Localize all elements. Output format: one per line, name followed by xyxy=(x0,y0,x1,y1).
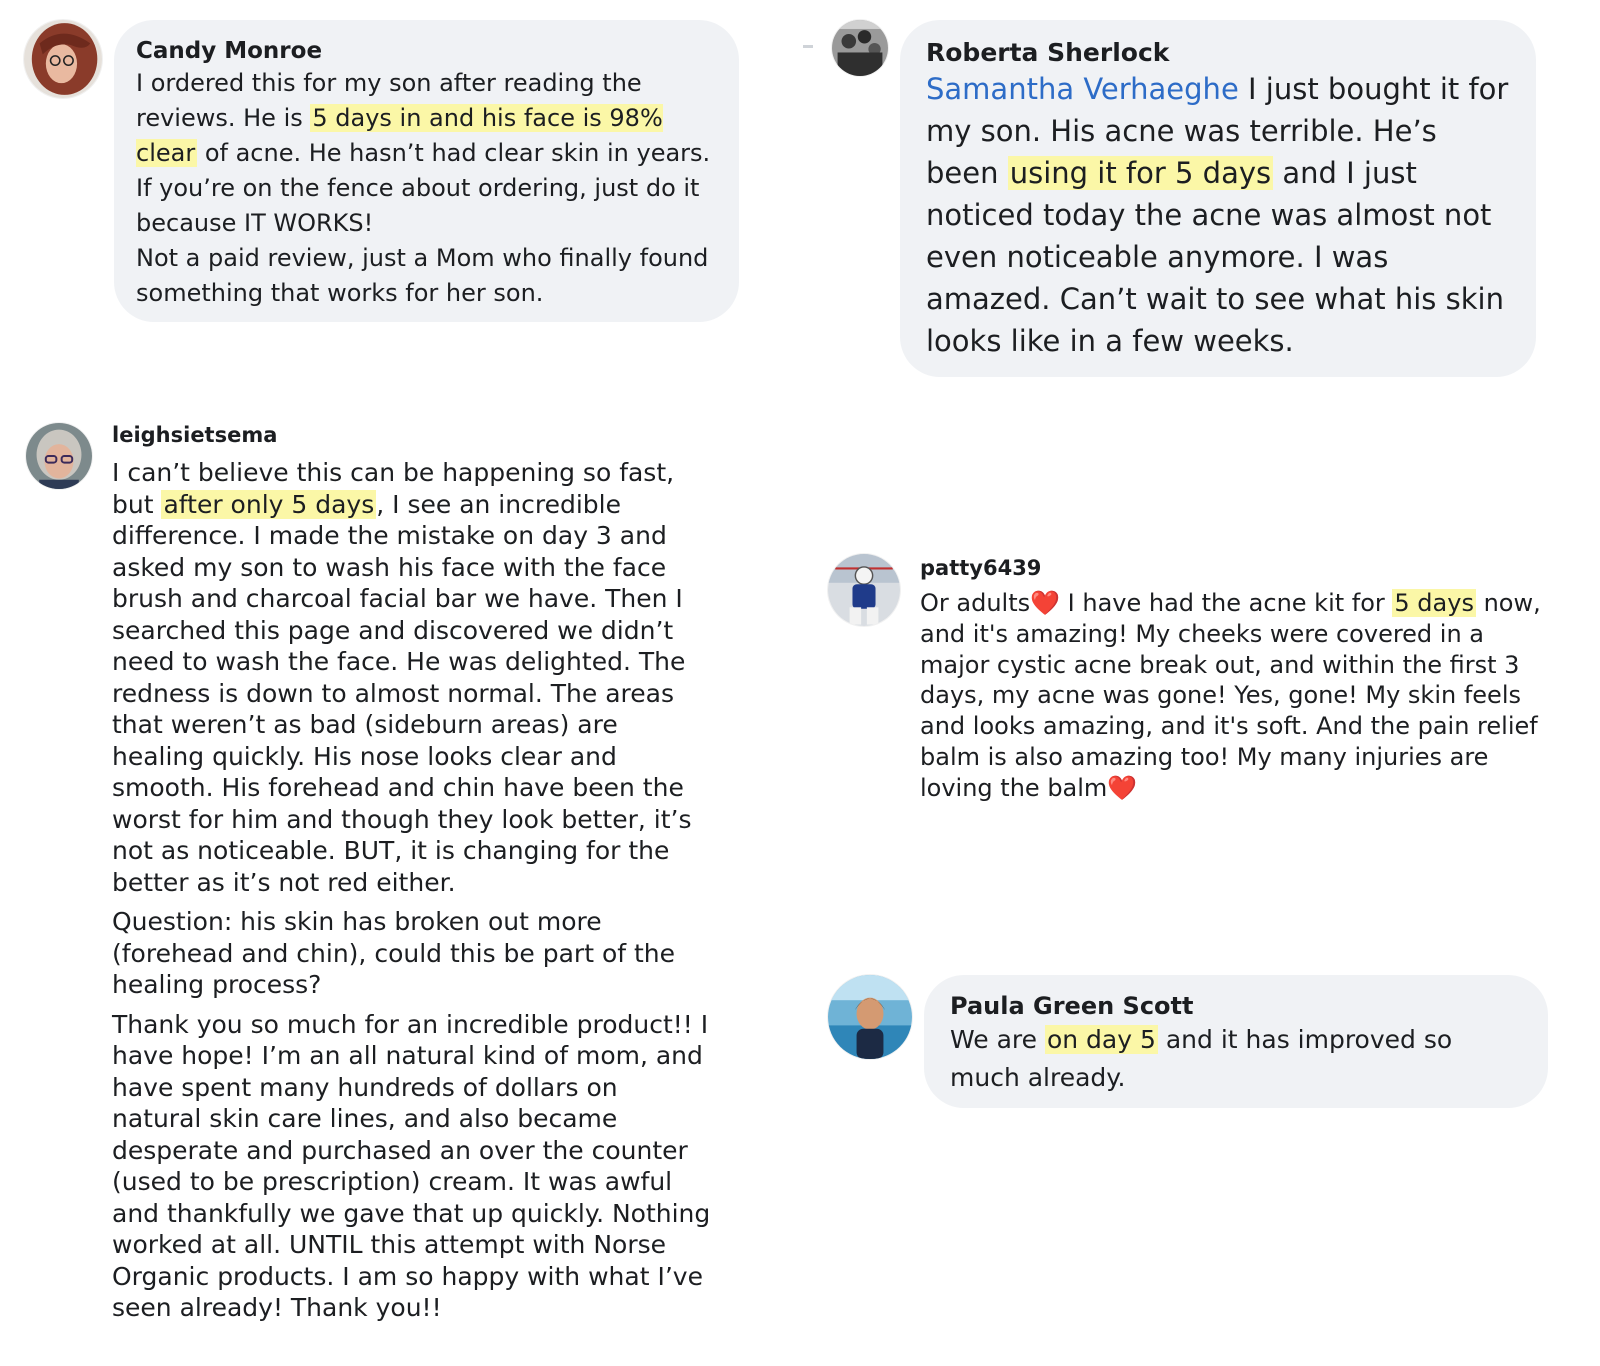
comment-bubble: Roberta Sherlock Samantha Verhaeghe I ju… xyxy=(900,20,1536,377)
heart-icon: ❤️ xyxy=(1030,589,1061,617)
candy-monroe-avatar[interactable] xyxy=(24,20,102,98)
author-name[interactable]: Paula Green Scott xyxy=(950,991,1522,1021)
text-segment: Thank you so much for an incredible prod… xyxy=(112,1009,711,1323)
text-segment: Question: his skin has broken out more (… xyxy=(112,907,676,999)
comment-text: Samantha Verhaeghe I just bought it for … xyxy=(926,68,1510,362)
woman-red-hair-glasses-avatar-icon xyxy=(24,20,102,98)
highlighted-text: 5 days xyxy=(1392,589,1476,617)
author-name[interactable]: Roberta Sherlock xyxy=(926,38,1510,68)
author-name[interactable]: leighsietsema xyxy=(112,420,277,450)
text-segment: now, and it's amazing! My cheeks were co… xyxy=(920,589,1541,802)
text-segment: I have had the acne kit for xyxy=(1060,589,1393,617)
highlighted-text: after only 5 days xyxy=(161,489,377,519)
woman-gray-hair-glasses-avatar-icon xyxy=(26,423,92,489)
comment-paragraph: I can’t believe this can be happening so… xyxy=(112,457,712,898)
black-white-group-photo-avatar-icon xyxy=(832,20,888,76)
comment-text: Or adults❤️ I have had the acne kit for … xyxy=(920,588,1560,804)
comment-paragraph: If you’re on the fence about ordering, j… xyxy=(136,171,717,241)
hockey-goalie-avatar-icon xyxy=(828,554,900,626)
leighsietsema-avatar[interactable] xyxy=(26,423,92,489)
text-segment: , I see an incredible difference. I made… xyxy=(112,489,692,897)
comment-text: I ordered this for my son after reading … xyxy=(136,66,717,311)
highlighted-text: on day 5 xyxy=(1044,1025,1158,1054)
author-name[interactable]: Candy Monroe xyxy=(136,36,717,66)
thread-connector xyxy=(803,45,813,48)
text-segment: of acne. He hasn’t had clear skin in yea… xyxy=(197,139,711,167)
paula-green-scott-avatar[interactable] xyxy=(828,975,912,1059)
comment-paragraph: Not a paid review, just a Mom who finall… xyxy=(136,241,717,311)
comment-paragraph: We are on day 5 and it has improved so m… xyxy=(950,1021,1522,1097)
text-segment: If you’re on the fence about ordering, j… xyxy=(136,174,700,237)
mention-link[interactable]: Samantha Verhaeghe xyxy=(926,72,1239,106)
comment-paragraph: Or adults❤️ I have had the acne kit for … xyxy=(920,588,1560,804)
comment-paragraph: Thank you so much for an incredible prod… xyxy=(112,1009,712,1324)
comment-text: I can’t believe this can be happening so… xyxy=(112,457,712,1324)
comment-paragraph: I ordered this for my son after reading … xyxy=(136,66,717,171)
roberta-sherlock-avatar[interactable] xyxy=(832,20,888,76)
text-segment: We are xyxy=(950,1025,1045,1054)
comment-text: We are on day 5 and it has improved so m… xyxy=(950,1021,1522,1097)
author-name[interactable]: patty6439 xyxy=(920,553,1041,583)
woman-at-sea-avatar-icon xyxy=(828,975,912,1059)
text-segment: Or adults xyxy=(920,589,1031,617)
text-segment: Not a paid review, just a Mom who finall… xyxy=(136,244,709,307)
comment-paragraph: Question: his skin has broken out more (… xyxy=(112,906,712,1001)
comment-bubble: Paula Green Scott We are on day 5 and it… xyxy=(924,975,1548,1108)
heart-icon: ❤️ xyxy=(1107,773,1138,802)
comment-bubble: Candy Monroe I ordered this for my son a… xyxy=(114,20,739,322)
comment-paragraph: Samantha Verhaeghe I just bought it for … xyxy=(926,68,1510,362)
highlighted-text: using it for 5 days xyxy=(1007,156,1274,190)
patty6439-avatar[interactable] xyxy=(828,554,900,626)
